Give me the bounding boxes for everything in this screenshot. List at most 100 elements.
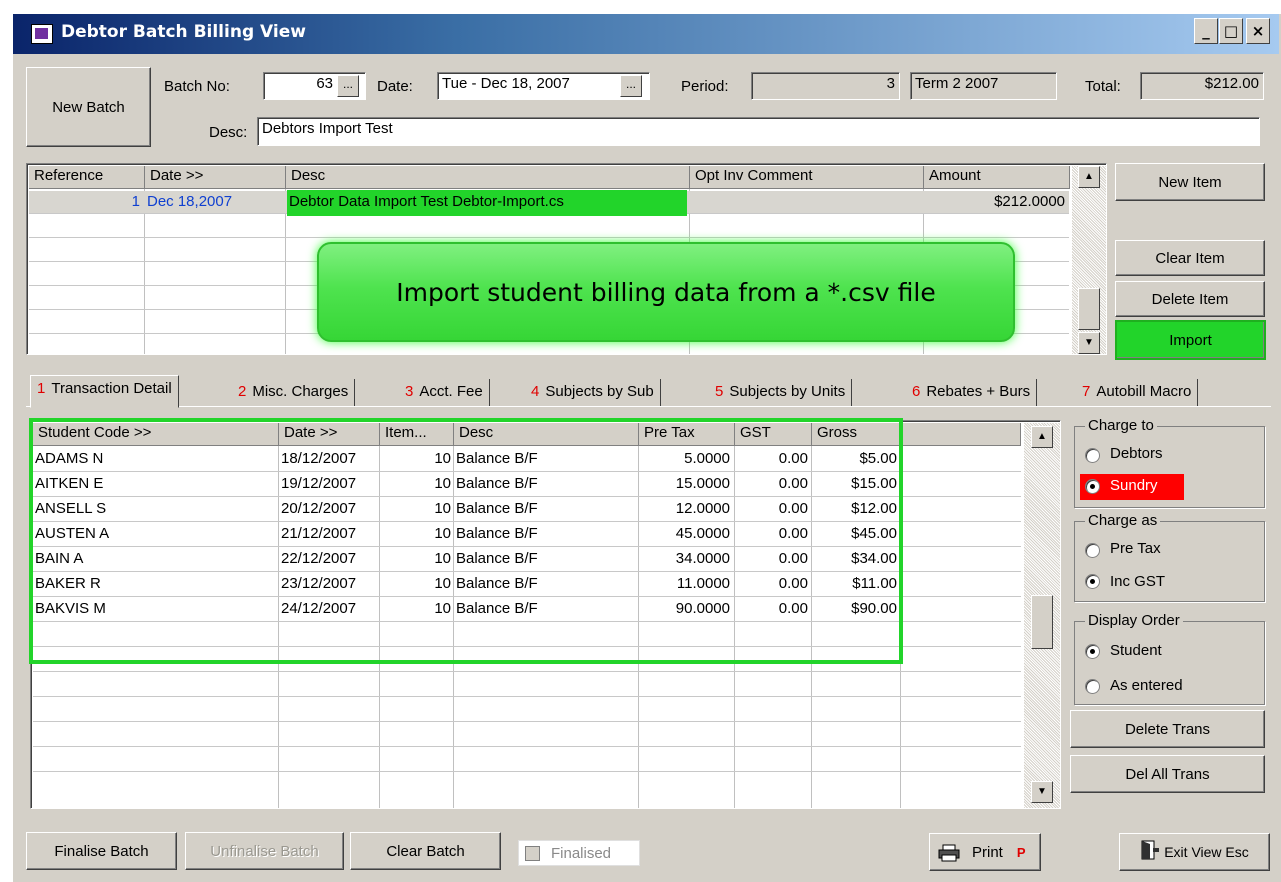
cell-pre-tax: 90.0000 (675, 600, 730, 617)
cell-item: 10 (434, 600, 451, 617)
unfinalise-batch-button: Unfinalise Batch (185, 832, 344, 870)
exit-door-icon (1140, 840, 1160, 864)
column-header-gst[interactable]: GST (735, 423, 812, 446)
new-item-button[interactable]: New Item (1115, 163, 1265, 201)
delete-trans-button[interactable]: Delete Trans (1070, 710, 1265, 748)
minimize-button[interactable]: _ (1194, 18, 1218, 44)
inc-gst-label: Inc GST (1110, 573, 1166, 590)
exit-view-button[interactable]: Exit View Esc (1119, 833, 1270, 871)
tab-acct-fee[interactable]: 3 Acct. Fee (399, 379, 490, 406)
maximize-button[interactable]: □ (1219, 18, 1243, 44)
debtors-radio[interactable] (1085, 448, 1100, 463)
sundry-radio[interactable] (1085, 479, 1100, 494)
transaction-scrollbar[interactable]: ▲ ▼ (1024, 423, 1060, 808)
table-row[interactable]: BAKER R 23/12/2007 10 Balance B/F 11.0000 0.0… (31, 574, 1019, 596)
cell-gst: 0.00 (778, 525, 808, 542)
cell-date: 18/12/2007 (281, 450, 357, 467)
scroll-down-arrow-icon[interactable]: ▼ (1031, 781, 1053, 803)
scroll-up-arrow-icon[interactable]: ▲ (1078, 166, 1100, 188)
table-row[interactable]: BAIN A 22/12/2007 10 Balance B/F 34.0000 0.00… (31, 549, 1019, 571)
transaction-grid: Student Code >> Date >> Item... Desc Pre… (30, 420, 1061, 809)
cell-gst: 0.00 (778, 575, 808, 592)
import-button[interactable]: Import (1115, 320, 1266, 360)
column-header-item[interactable]: Item... (380, 423, 454, 446)
cell-desc: Balance B/F (456, 475, 538, 492)
batch-desc-field[interactable]: Debtors Import Test (257, 117, 1260, 146)
column-header-opt-inv-comment[interactable]: Opt Inv Comment (690, 166, 924, 189)
column-header-gross[interactable]: Gross (812, 423, 901, 446)
tab-rebates-burs[interactable]: 6 Rebates + Burs (906, 379, 1038, 406)
column-header-desc[interactable]: Desc (454, 423, 639, 446)
as-entered-label: As entered (1110, 677, 1183, 694)
column-header-desc[interactable]: Desc (286, 166, 690, 189)
inc-gst-radio[interactable] (1085, 574, 1100, 589)
close-button[interactable]: × (1246, 18, 1270, 44)
pre-tax-radio[interactable] (1085, 543, 1100, 558)
clear-item-button[interactable]: Clear Item (1115, 240, 1265, 276)
cell-pre-tax: 34.0000 (675, 550, 730, 567)
cell-desc: Balance B/F (456, 525, 538, 542)
column-header-student-code[interactable]: Student Code >> (33, 423, 279, 446)
cell-desc: Balance B/F (456, 450, 538, 467)
tab-misc-charges[interactable]: 2 Misc. Charges (232, 379, 356, 406)
student-order-label: Student (1110, 642, 1162, 659)
date-field[interactable]: Tue - Dec 18, 2007 (437, 72, 650, 100)
tab-autobill-macro[interactable]: 7 Autobill Macro (1076, 379, 1199, 406)
column-header-date[interactable]: Date >> (279, 423, 380, 446)
table-row[interactable]: BAKVIS M 24/12/2007 10 Balance B/F 90.0000 0.… (31, 599, 1019, 621)
del-all-trans-button[interactable]: Del All Trans (1070, 755, 1265, 793)
app-icon (31, 24, 53, 44)
debtors-label: Debtors (1110, 445, 1163, 462)
tab-subjects-by-units[interactable]: 5 Subjects by Units (709, 379, 853, 406)
total-label: Total: (1085, 78, 1121, 95)
print-shortcut-key: P (1016, 844, 1026, 860)
cell-gst: 0.00 (778, 550, 808, 567)
charge-to-title: Charge to (1085, 417, 1157, 434)
cell-item: 10 (434, 550, 451, 567)
table-row[interactable]: AUSTEN A 21/12/2007 10 Balance B/F 45.0000 0.… (31, 524, 1019, 546)
cell-student-code: AUSTEN A (35, 525, 110, 542)
column-header-reference[interactable]: Reference (29, 166, 145, 189)
finalised-label: Finalised (551, 845, 612, 862)
cell-gross: $12.00 (851, 500, 897, 517)
charge-as-group: Charge as (1074, 512, 1265, 602)
cell-desc: Balance B/F (456, 500, 538, 517)
column-header-pre-tax[interactable]: Pre Tax (639, 423, 735, 446)
scroll-thumb[interactable] (1078, 288, 1100, 330)
column-header-date[interactable]: Date >> (145, 166, 286, 189)
cell-gross: $34.00 (851, 550, 897, 567)
cell-gst: 0.00 (778, 600, 808, 617)
tab-transaction-detail[interactable]: 1 Transaction Detail (30, 375, 179, 408)
period-field: 3 (751, 72, 900, 100)
date-picker-button[interactable]: ... (620, 75, 642, 97)
tab-subjects-by-sub[interactable]: 4 Subjects by Sub (525, 379, 661, 406)
column-header-amount[interactable]: Amount (924, 166, 1070, 189)
cell-pre-tax: 12.0000 (675, 500, 730, 517)
print-button[interactable]: Print P (929, 833, 1041, 871)
table-row[interactable]: ADAMS N 18/12/2007 10 Balance B/F 5.0000 0.00… (31, 449, 1019, 471)
delete-item-button[interactable]: Delete Item (1115, 281, 1265, 317)
cell-gross: $45.00 (851, 525, 897, 542)
batch-no-label: Batch No: (164, 78, 230, 95)
period-label: Period: (681, 78, 729, 95)
student-order-radio[interactable] (1085, 644, 1100, 659)
cell-student-code: BAIN A (35, 550, 84, 567)
scroll-up-arrow-icon[interactable]: ▲ (1031, 426, 1053, 448)
table-row[interactable]: ANSELL S 20/12/2007 10 Balance B/F 12.0000 0.… (31, 499, 1019, 521)
cell-date: 24/12/2007 (281, 600, 357, 617)
finalised-checkbox (525, 846, 540, 861)
table-row[interactable]: 1 Dec 18,2007 Debtor Data Import Test De… (29, 190, 1069, 216)
cell-student-code: AITKEN E (35, 475, 104, 492)
clear-batch-button[interactable]: Clear Batch (350, 832, 501, 870)
scroll-thumb[interactable] (1031, 595, 1053, 649)
scroll-down-arrow-icon[interactable]: ▼ (1078, 332, 1100, 354)
cell-item: 10 (434, 575, 451, 592)
new-batch-button[interactable]: New Batch (26, 67, 151, 147)
as-entered-radio[interactable] (1085, 679, 1100, 694)
table-row[interactable]: AITKEN E 19/12/2007 10 Balance B/F 15.0000 0.… (31, 474, 1019, 496)
cell-gross: $90.00 (851, 600, 897, 617)
batch-no-lookup-button[interactable]: ... (337, 75, 359, 97)
cell-gross: $15.00 (851, 475, 897, 492)
items-scrollbar[interactable]: ▲ ▼ (1072, 166, 1106, 354)
finalise-batch-button[interactable]: Finalise Batch (26, 832, 177, 870)
